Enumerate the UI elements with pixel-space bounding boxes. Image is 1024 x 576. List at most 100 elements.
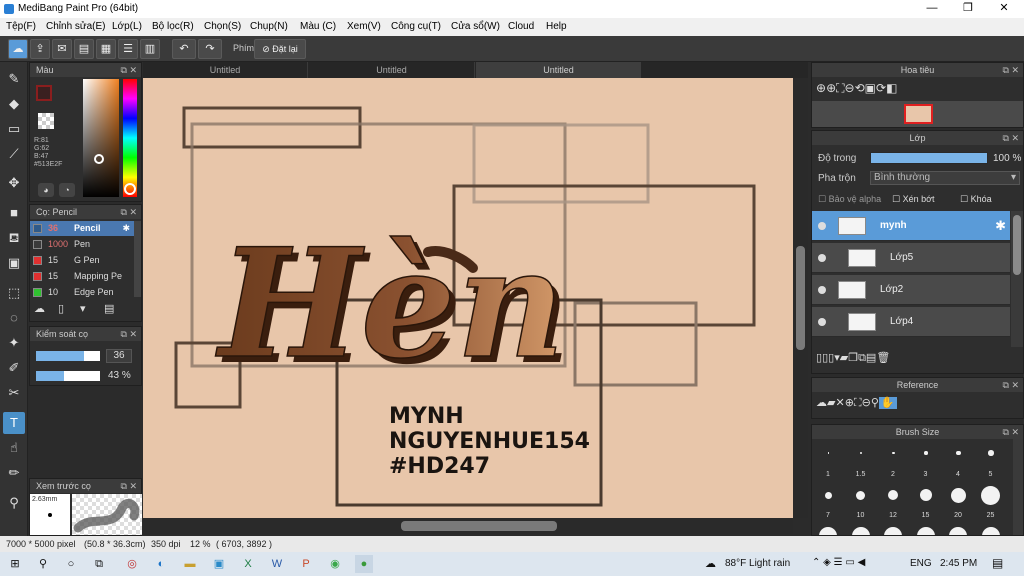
- magic-wand-tool-icon[interactable]: ✦: [3, 332, 25, 354]
- search-icon[interactable]: ⚲: [34, 555, 52, 573]
- navigator-viewport[interactable]: [904, 104, 933, 124]
- reset-button[interactable]: ⊘ Đặt lại: [254, 39, 306, 59]
- brush-size-preview-dot[interactable]: [819, 527, 838, 535]
- brush-size-preview-dot[interactable]: [824, 491, 832, 499]
- new-brush-icon[interactable]: ▯: [58, 302, 64, 315]
- horizontal-scrollbar[interactable]: [143, 518, 793, 534]
- input-language[interactable]: ENG: [910, 558, 932, 569]
- eyedropper-icon[interactable]: ⚲: [871, 397, 879, 409]
- panel-controls-icon[interactable]: ⧉ ✕: [1003, 63, 1019, 77]
- menu-file[interactable]: Tệp(F): [6, 21, 36, 32]
- task-view-icon[interactable]: ⧉: [90, 555, 108, 573]
- brush-size-preview-dot[interactable]: [892, 451, 895, 455]
- layer-scroll-thumb[interactable]: [1013, 215, 1021, 275]
- actual-size-icon[interactable]: ▣: [865, 81, 876, 95]
- layer-row[interactable]: mynh ✱: [812, 211, 1010, 241]
- close-icon[interactable]: ✕: [835, 397, 844, 409]
- menu-cloud[interactable]: Cloud: [508, 21, 534, 32]
- list-icon[interactable]: ☰: [118, 39, 138, 59]
- undo-icon[interactable]: ↶: [172, 39, 196, 59]
- hue-slider[interactable]: [123, 79, 137, 197]
- comment-icon[interactable]: ✉: [52, 39, 72, 59]
- panel-controls-icon[interactable]: ⧉ ✕: [121, 327, 137, 341]
- fill-rect-tool-icon[interactable]: ■: [3, 202, 25, 224]
- panel-controls-icon[interactable]: ⧉ ✕: [1003, 378, 1019, 392]
- text-tool-icon[interactable]: T: [3, 412, 25, 434]
- brush-size-slider[interactable]: [36, 351, 100, 361]
- rotate-right-icon[interactable]: ⟳: [876, 81, 886, 95]
- layer-row[interactable]: Lớp2: [812, 275, 1010, 305]
- gear-icon[interactable]: ✱: [122, 221, 130, 236]
- vertical-scrollbar[interactable]: [793, 78, 808, 518]
- brush-list-item[interactable]: 15 Mapping Pe: [30, 269, 134, 284]
- brush-list-scrollbar[interactable]: [134, 221, 141, 297]
- merge-layer-icon[interactable]: ⧉: [858, 352, 866, 364]
- flip-icon[interactable]: ◧: [886, 81, 897, 95]
- divide-tool-icon[interactable]: ✏: [3, 462, 25, 484]
- app-icon-1[interactable]: ◎: [123, 555, 141, 573]
- fit-icon[interactable]: ⛶: [836, 81, 844, 95]
- windows-start-icon[interactable]: ⊞: [6, 555, 24, 573]
- weather-icon[interactable]: ☁: [705, 557, 716, 570]
- brush-settings-icon[interactable]: ▤: [104, 302, 114, 315]
- panel-controls-icon[interactable]: ⧉ ✕: [1003, 131, 1019, 145]
- protect-alpha-checkbox[interactable]: ☐: [818, 194, 829, 204]
- cloud-brush-icon[interactable]: ☁: [34, 302, 45, 315]
- word-icon[interactable]: W: [268, 555, 286, 573]
- rectangle-tool-icon[interactable]: ▭: [3, 118, 25, 140]
- share-icon[interactable]: ⇪: [30, 39, 50, 59]
- brush-size-preview-dot[interactable]: [827, 452, 829, 454]
- brush-size-value[interactable]: 36: [106, 349, 132, 363]
- excel-icon[interactable]: X: [239, 555, 257, 573]
- menu-layer[interactable]: Lớp(L): [112, 21, 142, 32]
- edge-icon[interactable]: ◐: [152, 555, 170, 573]
- close-button[interactable]: ✕: [986, 0, 1022, 18]
- clipping-checkbox[interactable]: ☐ Xén bớt: [892, 194, 935, 205]
- move-tool-icon[interactable]: ✥: [3, 172, 25, 194]
- menu-help[interactable]: Help: [546, 21, 567, 32]
- menu-tools[interactable]: Công cụ(T): [391, 21, 441, 32]
- brush-list-item[interactable]: 36 Pencil ✱: [30, 221, 134, 236]
- eraser-tool-icon[interactable]: ◆: [3, 93, 25, 115]
- brush-size-preview-dot[interactable]: [949, 527, 968, 535]
- color-picker-cursor[interactable]: [94, 154, 104, 164]
- visibility-eye-icon[interactable]: [818, 222, 826, 230]
- layer-list-scrollbar[interactable]: [1011, 211, 1023, 347]
- blend-mode-select[interactable]: Bình thường ▾: [870, 171, 1020, 185]
- brush-list-item[interactable]: 1000 Pen: [30, 237, 134, 252]
- menu-filter[interactable]: Bộ lọc(R): [152, 21, 194, 32]
- transparent-color-swatch[interactable]: [38, 113, 54, 129]
- brush-size-preview-dot[interactable]: [981, 485, 1001, 505]
- menu-edit[interactable]: Chỉnh sửa(E): [46, 21, 106, 32]
- message-icon[interactable]: ▤: [74, 39, 94, 59]
- document-icon[interactable]: ▦: [96, 39, 116, 59]
- visibility-eye-icon[interactable]: [818, 318, 826, 326]
- vertical-scroll-thumb[interactable]: [796, 246, 805, 350]
- palette-alt-icon[interactable]: ◔: [59, 183, 75, 197]
- palette-icon[interactable]: ◕: [38, 183, 54, 197]
- brush-size-scrollbar[interactable]: [1013, 439, 1023, 535]
- maximize-button[interactable]: ❐: [950, 0, 986, 18]
- menu-select[interactable]: Chọn(S): [204, 21, 241, 32]
- zoom-in-icon[interactable]: ⊕: [845, 397, 854, 409]
- menu-view[interactable]: Xem(V): [347, 21, 381, 32]
- brush-size-preview-dot[interactable]: [924, 451, 928, 455]
- menu-color[interactable]: Màu (C): [300, 21, 336, 32]
- chrome-icon[interactable]: ◉: [326, 555, 344, 573]
- brush-size-preview-dot[interactable]: [981, 527, 1000, 535]
- powerpoint-icon[interactable]: P: [297, 555, 315, 573]
- visibility-eye-icon[interactable]: [818, 286, 826, 294]
- store-icon[interactable]: ▣: [210, 555, 228, 573]
- cloud-icon[interactable]: ☁: [816, 397, 827, 409]
- select-pen-tool-icon[interactable]: ✐: [3, 357, 25, 379]
- fit-icon[interactable]: ⛶: [854, 397, 862, 409]
- layer-opacity-slider[interactable]: [870, 152, 988, 164]
- dot-tool-icon[interactable]: ⟋: [3, 143, 25, 165]
- layout-icon[interactable]: ▥: [140, 39, 160, 59]
- redo-icon[interactable]: ↷: [198, 39, 222, 59]
- menu-capture[interactable]: Chụp(N): [250, 21, 288, 32]
- zoom-icon[interactable]: ⊕: [816, 81, 826, 95]
- select-eraser-tool-icon[interactable]: ✂: [3, 382, 25, 404]
- tab-untitled-3[interactable]: Untitled: [476, 62, 641, 78]
- zoom-in-icon[interactable]: ⊕: [826, 81, 836, 95]
